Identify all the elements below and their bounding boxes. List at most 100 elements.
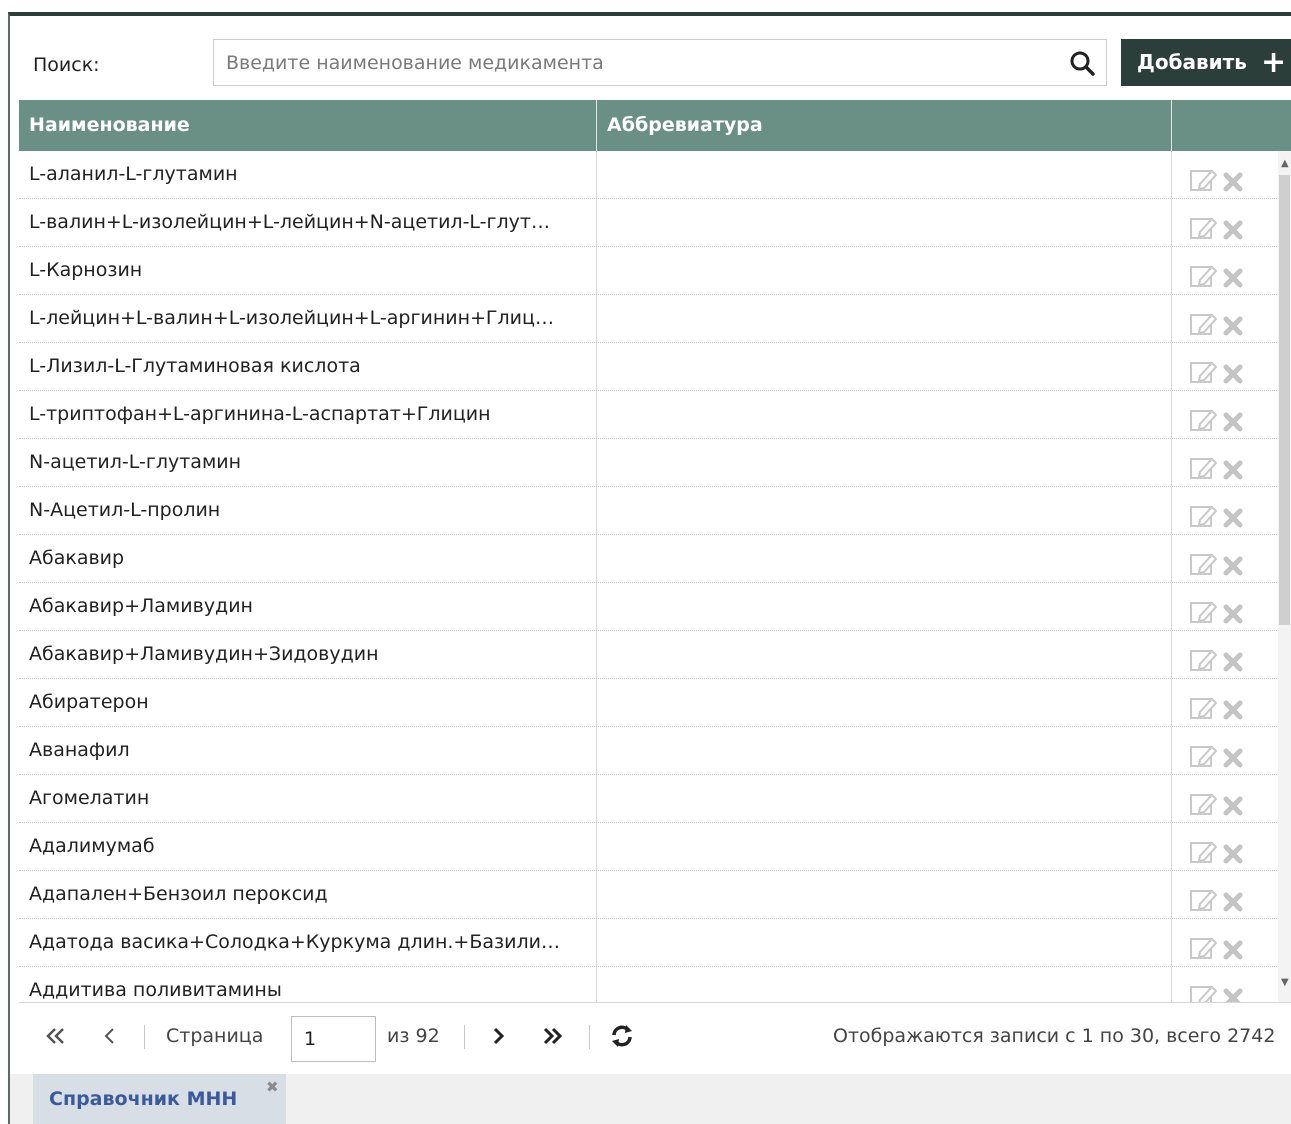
delete-icon[interactable] [1222,884,1244,912]
table-row[interactable]: L-лейцин+L-валин+L-изолейцин+L-аргинин+Г… [19,295,1279,343]
delete-icon[interactable] [1222,740,1244,768]
table-row[interactable]: N-Ацетил-L-пролин [19,487,1279,535]
table-row[interactable]: Агомелатин [19,775,1279,823]
close-icon[interactable]: ✖ [266,1078,279,1096]
cell-abbreviation [597,343,1172,390]
page-number-input[interactable] [291,1016,376,1062]
delete-icon[interactable] [1222,452,1244,480]
table-row[interactable]: Абакавир+Ламивудин+Зидовудин [19,631,1279,679]
add-button-label: Добавить [1137,50,1247,74]
delete-icon[interactable] [1222,548,1244,576]
cell-name: L-валин+L-изолейцин+L-лейцин+N-ацетил-L-… [19,199,597,246]
delete-icon[interactable] [1222,308,1244,336]
edit-icon[interactable] [1190,547,1218,575]
scroll-up-icon[interactable]: ▲ [1281,158,1289,169]
cell-name: N-ацетил-L-глутамин [19,439,597,486]
edit-icon[interactable] [1190,307,1218,335]
cell-abbreviation [597,535,1172,582]
table-body: L-аланил-L-глутамин L-валин+L-изолейцин+L… [19,151,1279,1002]
prev-page-icon[interactable] [95,1021,125,1051]
column-header-name[interactable]: Наименование [19,100,597,151]
edit-icon[interactable] [1190,931,1218,959]
cell-abbreviation [597,151,1172,198]
table-row[interactable]: L-Лизил-L-Глутаминовая кислота [19,343,1279,391]
edit-icon[interactable] [1190,979,1218,1002]
table-row[interactable]: L-аланил-L-глутамин [19,151,1279,199]
delete-icon[interactable] [1222,644,1244,672]
table-row[interactable]: Аддитива поливитамины [19,967,1279,1002]
cell-actions [1172,823,1279,870]
edit-icon[interactable] [1190,883,1218,911]
cell-abbreviation [597,391,1172,438]
delete-icon[interactable] [1222,500,1244,528]
separator [589,1025,590,1049]
table-row[interactable]: Абиратерон [19,679,1279,727]
table-row[interactable]: Абакавир+Ламивудин [19,583,1279,631]
table-row[interactable]: Адалимумаб [19,823,1279,871]
cell-name: L-лейцин+L-валин+L-изолейцин+L-аргинин+Г… [19,295,597,342]
delete-icon[interactable] [1222,212,1244,240]
edit-icon[interactable] [1190,739,1218,767]
delete-icon[interactable] [1222,788,1244,816]
cell-actions [1172,583,1279,630]
edit-icon[interactable] [1190,211,1218,239]
cell-actions [1172,919,1279,966]
table-row[interactable]: Абакавир [19,535,1279,583]
scroll-down-icon[interactable]: ▼ [1281,977,1289,988]
column-header-actions [1172,100,1291,151]
delete-icon[interactable] [1222,692,1244,720]
last-page-icon[interactable] [537,1021,567,1051]
cell-name: L-аланил-L-глутамин [19,151,597,198]
edit-icon[interactable] [1190,787,1218,815]
edit-icon[interactable] [1190,499,1218,527]
edit-icon[interactable] [1190,595,1218,623]
separator [144,1025,145,1049]
cell-abbreviation [597,631,1172,678]
delete-icon[interactable] [1222,596,1244,624]
delete-icon[interactable] [1222,164,1244,192]
table-row[interactable]: L-Карнозин [19,247,1279,295]
tab-bar: Справочник МНН ✖ [10,1074,1291,1124]
table-row[interactable]: L-валин+L-изолейцин+L-лейцин+N-ацетил-L-… [19,199,1279,247]
table-header: Наименование Аббревиатура [19,100,1291,151]
edit-icon[interactable] [1190,835,1218,863]
column-header-abbreviation[interactable]: Аббревиатура [597,100,1172,151]
delete-icon[interactable] [1222,836,1244,864]
table-row[interactable]: Адапален+Бензоил пероксид [19,871,1279,919]
search-box[interactable] [213,39,1107,86]
delete-icon[interactable] [1222,932,1244,960]
edit-icon[interactable] [1190,355,1218,383]
table-row[interactable]: N-ацетил-L-глутамин [19,439,1279,487]
cell-name: Абакавир+Ламивудин [19,583,597,630]
tab-mnn-directory[interactable]: Справочник МНН ✖ [33,1074,286,1124]
cell-actions [1172,391,1279,438]
edit-icon[interactable] [1190,451,1218,479]
cell-name: Абиратерон [19,679,597,726]
table-row[interactable]: L-триптофан+L-аргинина-L-аспартат+Глицин [19,391,1279,439]
edit-icon[interactable] [1190,403,1218,431]
delete-icon[interactable] [1222,404,1244,432]
table-row[interactable]: Аванафил [19,727,1279,775]
delete-icon[interactable] [1222,260,1244,288]
cell-abbreviation [597,967,1172,1002]
cell-abbreviation [597,727,1172,774]
edit-icon[interactable] [1190,259,1218,287]
search-icon[interactable] [1068,49,1096,77]
first-page-icon[interactable] [41,1021,71,1051]
delete-icon[interactable] [1222,980,1244,1002]
add-button[interactable]: Добавить + [1121,39,1291,86]
cell-actions [1172,967,1279,1002]
scrollbar-thumb[interactable] [1279,175,1290,625]
edit-icon[interactable] [1190,691,1218,719]
cell-abbreviation [597,583,1172,630]
page-total: из 92 [387,1025,440,1047]
delete-icon[interactable] [1222,356,1244,384]
next-page-icon[interactable] [483,1021,513,1051]
cell-name: Аддитива поливитамины [19,967,597,1002]
search-input[interactable] [226,40,1056,85]
edit-icon[interactable] [1190,163,1218,191]
table-row[interactable]: Адатода васика+Солодка+Куркума длин.+Баз… [19,919,1279,967]
edit-icon[interactable] [1190,643,1218,671]
cell-actions [1172,439,1279,486]
refresh-icon[interactable] [607,1021,637,1051]
